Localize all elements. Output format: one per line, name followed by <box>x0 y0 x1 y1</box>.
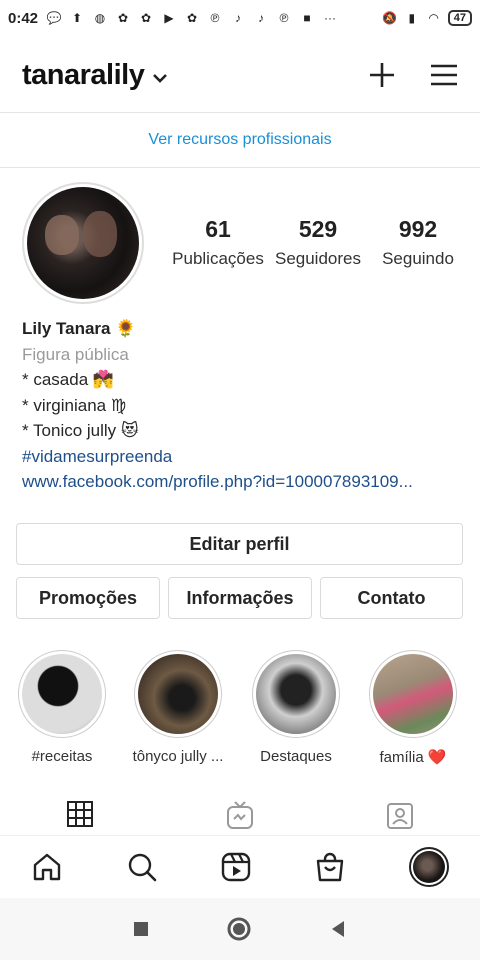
messenger-icon: ◍ <box>94 11 106 25</box>
profile-tabs <box>0 800 480 836</box>
tagged-icon <box>387 803 413 829</box>
status-bar: 0:42 💬 ⬆ ◍ ✿ ✿ ▶ ✿ ℗ ♪ ♪ ℗ ■ ··· 🔕 ▮ ◠ 4… <box>0 0 480 36</box>
bottom-navigation <box>0 840 480 894</box>
highlight-caption: família ❤️ <box>379 749 447 766</box>
promotions-button[interactable]: Promoções <box>16 577 160 619</box>
highlight-caption: #receitas <box>31 748 93 765</box>
followers-count: 529 <box>298 216 338 242</box>
insights-label: Informações <box>186 587 294 608</box>
stat-following[interactable]: 992 Seguindo <box>368 216 468 269</box>
shop-icon[interactable] <box>314 851 346 883</box>
tab-grid[interactable] <box>40 800 120 835</box>
message-icon: 💬 <box>46 11 62 25</box>
bio-hashtag[interactable]: #vidamesurpreenda <box>22 444 462 470</box>
highlight-cover <box>22 654 102 734</box>
highlight-item[interactable]: tônyco jully ... <box>132 650 224 765</box>
mute-icon: 🔕 <box>382 11 398 25</box>
highlight-ring <box>369 650 457 738</box>
system-navigation <box>0 898 480 960</box>
posts-count: 61 <box>205 216 231 242</box>
category-label: Figura pública <box>22 344 129 364</box>
highlight-ring <box>134 650 222 738</box>
home-button-icon[interactable] <box>226 916 252 942</box>
highlight-item[interactable]: família ❤️ <box>367 650 459 766</box>
tab-igtv[interactable] <box>200 800 280 835</box>
reels-icon[interactable] <box>220 851 252 883</box>
highlight-ring <box>252 650 340 738</box>
battery-icon: 47 <box>447 10 472 26</box>
avatar-photo <box>412 851 445 883</box>
upload-icon: ⬆ <box>72 11 83 25</box>
pinterest-icon: ℗ <box>210 11 220 25</box>
notification-icons: 💬 ⬆ ◍ ✿ ✿ ▶ ✿ ℗ ♪ ♪ ℗ ■ ··· <box>46 10 338 26</box>
pinterest-icon: ℗ <box>279 11 289 25</box>
signal-icon: ▮ <box>408 11 416 25</box>
tiktok-icon: ♪ <box>258 11 265 25</box>
highlight-item[interactable]: #receitas <box>16 650 108 765</box>
bio-line: * casada 💏 <box>22 370 115 389</box>
tab-tagged[interactable] <box>360 800 440 835</box>
tiktok-icon: ♪ <box>235 11 242 25</box>
promotions-label: Promoções <box>38 587 138 608</box>
profile-avatar[interactable] <box>22 182 144 304</box>
professional-tools-link[interactable]: Ver recursos profissionais <box>0 112 480 168</box>
app-icon: ✿ <box>187 11 198 25</box>
wifi-icon: ◠ <box>428 11 439 25</box>
play-store-icon: ▶ <box>164 11 174 25</box>
highlight-caption: tônyco jully ... <box>132 748 224 765</box>
system-status: 🔕 ▮ ◠ 47 <box>382 10 472 26</box>
app-icon: ✿ <box>118 11 129 25</box>
contact-label: Contato <box>357 587 426 608</box>
profile-header: tanaralily <box>0 46 480 104</box>
contact-button[interactable]: Contato <box>320 577 463 619</box>
highlight-cover <box>256 654 336 734</box>
bio-line: * Tonico jully 😻 <box>22 421 139 440</box>
following-label: Seguindo <box>382 249 454 268</box>
display-name: Lily Tanara 🌻 <box>22 319 137 338</box>
username[interactable]: tanaralily <box>22 59 145 92</box>
followers-label: Seguidores <box>274 249 361 268</box>
stat-followers[interactable]: 529 Seguidores <box>268 216 368 269</box>
highlight-item[interactable]: Destaques <box>250 650 342 765</box>
search-icon[interactable] <box>126 851 158 883</box>
highlight-ring <box>18 650 106 738</box>
home-icon[interactable] <box>31 851 63 883</box>
plus-icon[interactable] <box>368 61 396 89</box>
edit-profile-button[interactable]: Editar perfil <box>16 523 463 565</box>
chevron-down-icon[interactable] <box>152 72 168 84</box>
recent-apps-icon[interactable] <box>132 920 150 938</box>
posts-label: Publicações <box>172 249 264 268</box>
insights-button[interactable]: Informações <box>168 577 312 619</box>
igtv-icon <box>227 801 253 829</box>
following-count: 992 <box>398 216 438 242</box>
profile-bio: Lily Tanara 🌻 Figura pública * casada 💏 … <box>22 316 462 495</box>
avatar-photo <box>27 187 139 299</box>
bio-line: * virginiana ♍ <box>22 395 127 415</box>
video-icon: ■ <box>303 11 311 25</box>
bio-website-link[interactable]: www.facebook.com/profile.php?id=10000789… <box>22 469 462 495</box>
highlight-caption: Destaques <box>260 748 332 765</box>
back-icon[interactable] <box>328 919 348 939</box>
profile-avatar[interactable] <box>408 847 449 887</box>
highlight-cover <box>138 654 218 734</box>
grid-icon <box>67 801 93 827</box>
app-icon: ✿ <box>141 11 152 25</box>
highlight-cover <box>373 654 453 734</box>
edit-profile-label: Editar perfil <box>189 533 290 554</box>
profile-stats: 61 Publicações 529 Seguidores 992 Seguin… <box>168 216 468 269</box>
more-icon: ··· <box>324 11 337 25</box>
status-time: 0:42 <box>8 9 39 27</box>
stat-posts[interactable]: 61 Publicações <box>168 216 268 269</box>
menu-icon[interactable] <box>430 63 458 87</box>
